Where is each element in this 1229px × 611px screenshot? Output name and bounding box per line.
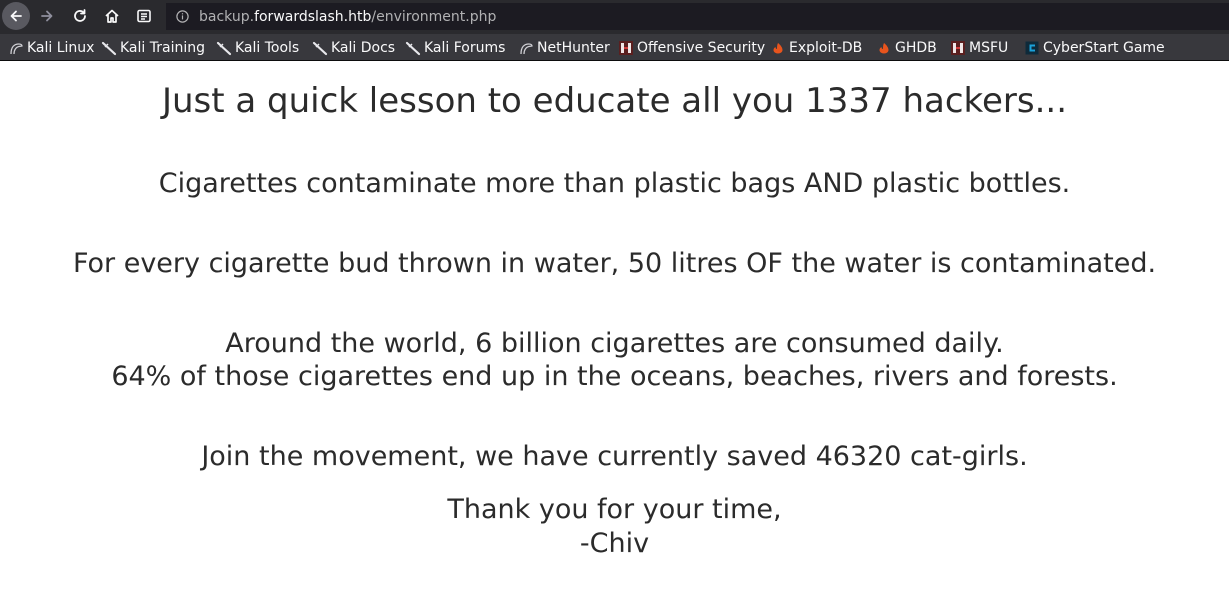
- url-host: forwardslash.htb: [254, 8, 372, 25]
- bookmark-label: Kali Linux: [27, 39, 95, 56]
- kali-dragon-icon: [8, 40, 24, 56]
- bookmark-label: CyberStart Game: [1043, 39, 1165, 56]
- bookmark-kali-linux[interactable]: Kali Linux: [8, 34, 94, 61]
- bookmarks-toolbar: Kali Linux Kali Training Kali Tools Kali…: [0, 34, 1229, 61]
- bookmark-cyberstart-game[interactable]: CyberStart Game: [1024, 34, 1165, 61]
- kali-sword-icon: [216, 40, 232, 56]
- paragraph-cigarettes: Cigarettes contaminate more than plastic…: [158, 168, 1071, 199]
- paragraph-water: For every cigarette bud thrown in water,…: [72, 248, 1157, 279]
- url-subdomain: backup.: [199, 8, 255, 25]
- cyberstart-icon: [1024, 40, 1040, 56]
- info-icon[interactable]: [176, 10, 189, 23]
- page-content: Just a quick lesson to educate all you 1…: [0, 61, 1229, 611]
- home-icon[interactable]: [98, 2, 126, 30]
- bookmark-nethunter[interactable]: NetHunter: [518, 34, 610, 61]
- exploit-db-icon: [876, 40, 892, 56]
- bookmark-label: Exploit-DB: [789, 39, 863, 56]
- signoff-author: -Chiv: [579, 528, 650, 559]
- bookmark-label: Kali Training: [120, 39, 205, 56]
- paragraph-world: Around the world, 6 billion cigarettes a…: [225, 328, 1004, 359]
- bookmark-label: Kali Tools: [235, 39, 300, 56]
- kali-sword-icon: [312, 40, 328, 56]
- reader-view-icon[interactable]: [130, 2, 158, 30]
- bookmark-label: MSFU: [969, 39, 1009, 56]
- bookmark-label: Offensive Security: [637, 39, 766, 56]
- exploit-db-icon: [770, 40, 786, 56]
- offsec-icon: [950, 40, 966, 56]
- url-bar[interactable]: backup.forwardslash.htb/environment.php: [166, 3, 1229, 30]
- bookmark-label: Kali Forums: [424, 39, 506, 56]
- back-arrow-icon[interactable]: [2, 2, 30, 30]
- page-heading: Just a quick lesson to educate all you 1…: [161, 81, 1068, 121]
- kali-sword-icon: [405, 40, 421, 56]
- kali-dragon-icon: [518, 40, 534, 56]
- signoff-thanks: Thank you for your time,: [447, 494, 782, 525]
- bookmark-kali-tools[interactable]: Kali Tools: [216, 34, 299, 61]
- bookmark-label: NetHunter: [537, 39, 610, 56]
- bookmark-kali-forums[interactable]: Kali Forums: [405, 34, 505, 61]
- bookmark-kali-docs[interactable]: Kali Docs: [312, 34, 395, 61]
- bookmark-exploit-db[interactable]: Exploit-DB: [770, 34, 862, 61]
- bookmark-msfu[interactable]: MSFU: [950, 34, 1008, 61]
- kali-sword-icon: [101, 40, 117, 56]
- reload-icon[interactable]: [66, 2, 94, 30]
- forward-arrow-icon[interactable]: [33, 2, 61, 30]
- bookmark-label: GHDB: [895, 39, 937, 56]
- bookmark-label: Kali Docs: [331, 39, 396, 56]
- offsec-icon: [618, 40, 634, 56]
- bookmark-kali-training[interactable]: Kali Training: [101, 34, 205, 61]
- url-text[interactable]: backup.forwardslash.htb/environment.php: [199, 9, 496, 25]
- bookmark-ghdb[interactable]: GHDB: [876, 34, 937, 61]
- url-path: /environment.php: [371, 8, 497, 25]
- paragraph-movement: Join the movement, we have currently sav…: [201, 441, 1028, 472]
- bookmark-offensive-security[interactable]: Offensive Security: [618, 34, 765, 61]
- browser-toolbar: backup.forwardslash.htb/environment.php: [0, 0, 1229, 34]
- paragraph-oceans: 64% of those cigarettes end up in the oc…: [111, 361, 1118, 392]
